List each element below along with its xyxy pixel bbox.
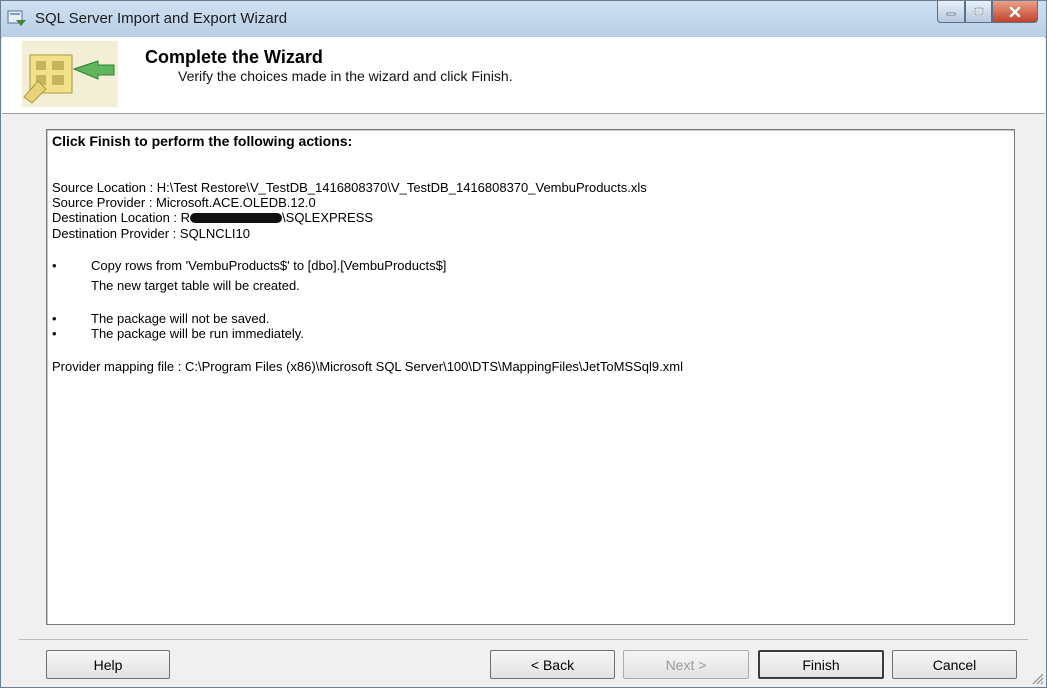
header-title: Complete the Wizard: [145, 47, 323, 67]
footer-divider: [19, 639, 1028, 640]
header-subtitle: Verify the choices made in the wizard an…: [178, 68, 513, 84]
import-export-wizard-icon: [22, 41, 118, 107]
help-button[interactable]: Help: [46, 650, 170, 679]
source-provider: Source Provider : Microsoft.ACE.OLEDB.12…: [52, 195, 316, 210]
bullet: •: [52, 311, 57, 326]
maximize-icon: [973, 6, 984, 16]
back-button[interactable]: < Back: [490, 650, 615, 679]
wizard-window: SQL Server Import and Export Wizard Comp…: [0, 0, 1047, 688]
provider-mapping-file: Provider mapping file : C:\Program Files…: [52, 359, 683, 374]
bullet: •: [52, 258, 57, 273]
copy-rows-action: Copy rows from 'VembuProducts$' to [dbo]…: [91, 258, 447, 273]
resize-grip-icon[interactable]: [1030, 671, 1044, 685]
summary-report[interactable]: Click Finish to perform the following ac…: [46, 129, 1015, 625]
window-title: SQL Server Import and Export Wizard: [35, 10, 288, 27]
destination-location-prefix: Destination Location : R: [52, 210, 191, 225]
package-run-immediately: The package will be run immediately.: [91, 326, 304, 341]
close-button[interactable]: [992, 1, 1038, 23]
report-heading: Click Finish to perform the following ac…: [52, 133, 353, 149]
next-button[interactable]: Next >: [623, 650, 749, 679]
package-not-saved: The package will not be saved.: [91, 311, 270, 326]
source-location: Source Location : H:\Test Restore\V_Test…: [52, 180, 647, 195]
destination-provider: Destination Provider : SQLNCLI10: [52, 226, 250, 241]
caption-buttons: [937, 1, 1038, 23]
minimize-icon: [946, 12, 956, 15]
close-icon: [1009, 6, 1021, 17]
bullet: •: [52, 326, 57, 341]
cancel-button[interactable]: Cancel: [892, 650, 1017, 679]
destination-location: Destination Location : R \SQLEXPRESS: [52, 210, 373, 225]
title-bar[interactable]: SQL Server Import and Export Wizard: [1, 1, 1046, 38]
wizard-app-icon: [7, 10, 26, 26]
destination-location-suffix: \SQLEXPRESS: [282, 210, 374, 225]
wizard-header: Complete the Wizard Verify the choices m…: [2, 37, 1045, 114]
finish-button[interactable]: Finish: [758, 650, 884, 679]
redaction-mark: [190, 212, 283, 223]
minimize-button[interactable]: [937, 1, 965, 23]
new-table-note: The new target table will be created.: [91, 278, 300, 293]
maximize-button[interactable]: [965, 1, 992, 23]
